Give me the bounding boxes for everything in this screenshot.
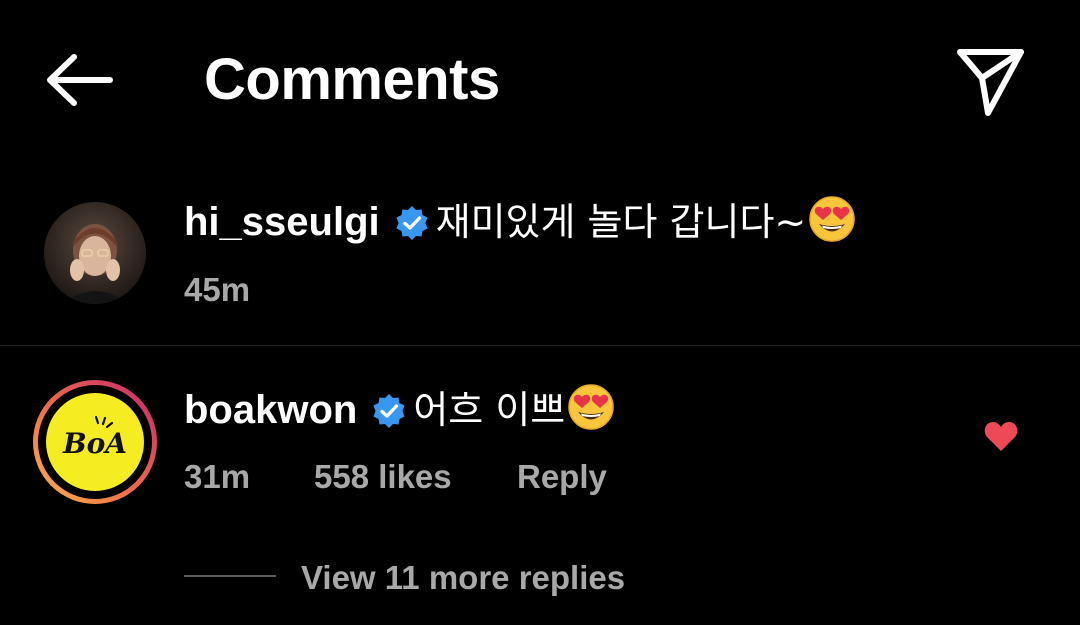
comment-timestamp: 31m bbox=[184, 458, 251, 495]
arrow-left-icon bbox=[47, 54, 113, 106]
profile-photo bbox=[44, 202, 146, 304]
comment-row: boakwon 어흐 이쁘 bbox=[184, 382, 615, 446]
boa-logo-icon: BoA bbox=[62, 415, 127, 460]
avatar-story-ring[interactable]: BoA bbox=[33, 380, 157, 504]
comment-text: 어흐 이쁘 bbox=[413, 388, 566, 432]
comment-username[interactable]: hi_sseulgi bbox=[184, 200, 380, 244]
comment-text: 재미있게 놀다 갑니다~ bbox=[435, 200, 807, 244]
back-button[interactable] bbox=[40, 48, 120, 112]
verified-badge-icon bbox=[394, 200, 430, 256]
replies-divider-line bbox=[184, 575, 276, 577]
avatar[interactable] bbox=[44, 202, 146, 304]
svg-text:BoA: BoA bbox=[62, 427, 127, 460]
reply-button[interactable]: Reply bbox=[517, 455, 607, 499]
heart-eyes-emoji-icon bbox=[808, 195, 856, 258]
share-button[interactable] bbox=[950, 40, 1032, 122]
avatar: BoA bbox=[46, 393, 144, 491]
divider bbox=[0, 345, 1080, 346]
view-more-replies-button[interactable]: View 11 more replies bbox=[301, 556, 625, 600]
comment-username[interactable]: boakwon bbox=[184, 388, 357, 432]
paper-plane-icon bbox=[957, 49, 1024, 116]
comment-timestamp: 45m bbox=[184, 271, 251, 308]
likes-count[interactable]: 558 likes bbox=[314, 455, 452, 499]
verified-badge-icon bbox=[371, 388, 407, 444]
comment-row: hi_sseulgi 재미있게 놀다 갑니다~ bbox=[184, 194, 856, 258]
like-button[interactable] bbox=[983, 419, 1019, 453]
heart-filled-icon bbox=[984, 422, 1018, 451]
heart-eyes-emoji-icon bbox=[567, 383, 615, 446]
page-title: Comments bbox=[204, 47, 500, 112]
